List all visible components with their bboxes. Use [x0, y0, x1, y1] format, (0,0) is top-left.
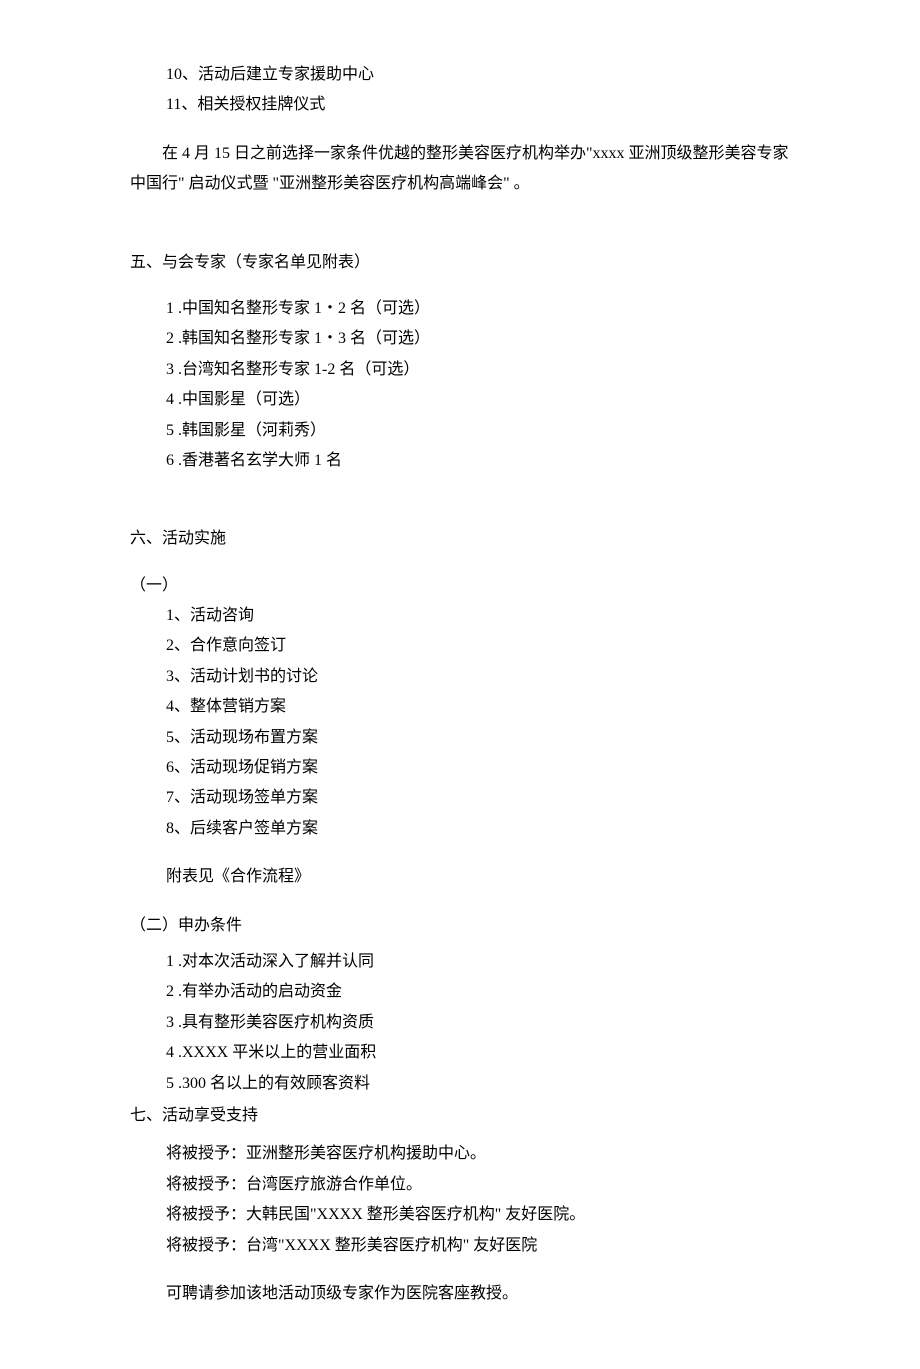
list-item: 4、整体营销方案 — [166, 692, 790, 722]
list-item: 2 .有举办活动的启动资金 — [166, 977, 790, 1007]
list-item: 6 .香港著名玄学大师 1 名 — [166, 446, 790, 476]
list-item: 4 .中国影星（可选） — [166, 385, 790, 415]
list-item: 1 .对本次活动深入了解并认同 — [166, 947, 790, 977]
intro-paragraph: 在 4 月 15 日之前选择一家条件优越的整形美容医疗机构举办"xxxx 亚洲顶… — [130, 139, 790, 200]
section-5-title: 五、与会专家（专家名单见附表） — [130, 248, 790, 278]
closing-paragraph: 可聘请参加该地活动顶级专家作为医院客座教授。 — [130, 1279, 790, 1309]
list-item: 5 .300 名以上的有效顾客资料 — [166, 1069, 790, 1099]
list-item: 3、活动计划书的讨论 — [166, 662, 790, 692]
list-item: 3 .具有整形美容医疗机构资质 — [166, 1008, 790, 1038]
section-6-title: 六、活动实施 — [130, 524, 790, 554]
list-item: 将被授予：亚洲整形美容医疗机构援助中心。 — [166, 1139, 790, 1169]
section-6-sub2-label: （二）申办条件 — [130, 911, 790, 941]
attach-note: 附表见《合作流程》 — [130, 862, 790, 892]
list-item: 5 .韩国影星（河莉秀） — [166, 416, 790, 446]
list-item: 将被授予：台湾医疗旅游合作单位。 — [166, 1170, 790, 1200]
list-item: 2 .韩国知名整形专家 1・3 名（可选） — [166, 324, 790, 354]
section-6-sub1-label: （一） — [130, 571, 790, 601]
section-7-title: 七、活动享受支持 — [130, 1101, 790, 1131]
list-item: 4 .XXXX 平米以上的营业面积 — [166, 1038, 790, 1068]
list-item: 5、活动现场布置方案 — [166, 723, 790, 753]
list-item: 10、活动后建立专家援助中心 — [166, 60, 790, 90]
list-item: 3 .台湾知名整形专家 1-2 名（可选） — [166, 355, 790, 385]
list-item: 将被授予：大韩民国"XXXX 整形美容医疗机构" 友好医院。 — [166, 1200, 790, 1230]
list-item: 8、后续客户签单方案 — [166, 814, 790, 844]
list-item: 将被授予：台湾"XXXX 整形美容医疗机构" 友好医院 — [166, 1231, 790, 1261]
list-item: 11、相关授权挂牌仪式 — [166, 90, 790, 120]
list-item: 2、合作意向签订 — [166, 631, 790, 661]
list-item: 6、活动现场促销方案 — [166, 753, 790, 783]
list-item: 1 .中国知名整形专家 1・2 名（可选） — [166, 294, 790, 324]
list-item: 7、活动现场签单方案 — [166, 783, 790, 813]
list-item: 1、活动咨询 — [166, 601, 790, 631]
